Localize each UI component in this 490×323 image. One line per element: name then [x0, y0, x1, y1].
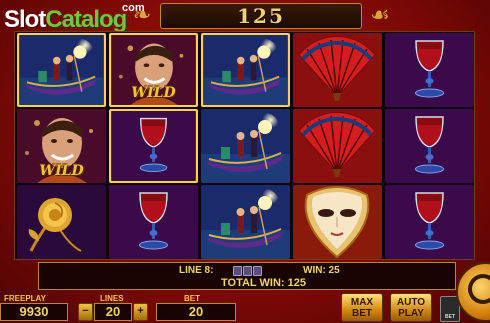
wine-glass-symbol [109, 109, 198, 183]
slotcatalog-logo: SlotCatalog com [4, 2, 145, 33]
wild-symbol: WILD [17, 109, 106, 183]
wine-glass-symbol [385, 185, 474, 259]
freeplay-balance: 9930 [0, 303, 68, 321]
lines-label: LINES [100, 294, 124, 303]
win-amount-display: 125 [160, 3, 362, 29]
ornament-left-icon: ❧ [132, 2, 152, 27]
bet-label: BET [184, 294, 200, 303]
spin-button[interactable] [456, 262, 490, 322]
reel-1: WILD [16, 33, 107, 260]
win-info-panel: LINE 8: WIN: 25 TOTAL WIN: 125 [38, 262, 456, 290]
fan-symbol [293, 33, 382, 107]
reel-4 [292, 33, 383, 260]
gondola-symbol [201, 33, 290, 107]
reel-2: WILD [108, 33, 199, 260]
slot-game-screen: { "logo": {"part1": "Slot", "part2": "Ca… [0, 0, 490, 323]
reel-5 [384, 33, 475, 260]
lines-plus-button[interactable]: + [133, 303, 148, 321]
top-bar: SlotCatalog com ❧ 125 ☙ [0, 0, 490, 33]
wild-symbol: WILD [109, 33, 198, 107]
spin-arrow-icon [468, 274, 490, 304]
wild-text: WILD [131, 85, 176, 101]
lines-minus-button[interactable]: − [78, 303, 93, 321]
gondola-symbol [201, 185, 290, 259]
freeplay-label: FREEPLAY [4, 294, 46, 303]
rose-symbol [17, 185, 106, 259]
bet-value: 20 [156, 303, 236, 321]
wine-glass-symbol [385, 33, 474, 107]
autoplay-button[interactable]: AUTO PLAY [390, 293, 432, 322]
gondola-symbol [201, 109, 290, 183]
total-win-label: TOTAL WIN: 125 [221, 277, 306, 289]
line-win-label: LINE 8: [179, 265, 214, 276]
reel-area: WILD WILD [14, 31, 475, 260]
line-win-amount: WIN: 25 [303, 265, 340, 276]
ornament-right-icon: ☙ [370, 2, 390, 27]
fan-symbol [293, 109, 382, 183]
wild-text: WILD [39, 163, 84, 179]
reel-3 [200, 33, 291, 260]
max-bet-button[interactable]: MAX BET [341, 293, 383, 322]
wine-glass-symbol [385, 109, 474, 183]
mask-symbol [293, 185, 382, 259]
wine-glass-symbol [109, 185, 198, 259]
gondola-symbol [17, 33, 106, 107]
lines-value: 20 [94, 303, 132, 321]
